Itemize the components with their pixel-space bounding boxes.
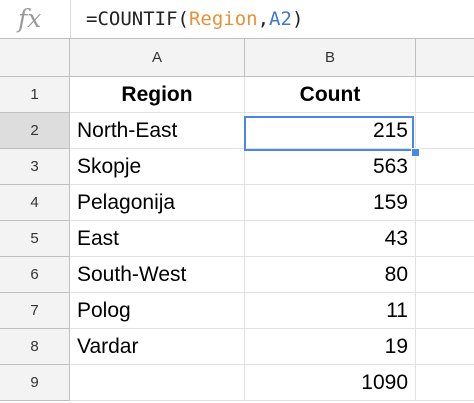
cell-a5[interactable]: East [70, 221, 245, 257]
row-header-5[interactable]: 5 [0, 221, 70, 257]
cell-a4[interactable]: Pelagonija [70, 185, 245, 221]
cell-c5[interactable] [416, 221, 474, 257]
fill-handle[interactable] [411, 148, 420, 157]
formula-cell-reference: A2 [269, 8, 292, 30]
cell-c1[interactable] [416, 77, 474, 113]
row-header-3[interactable]: 3 [0, 149, 70, 185]
cell-b5[interactable]: 43 [245, 221, 416, 257]
formula-input[interactable]: =COUNTIF(Region,A2) [86, 2, 303, 36]
cell-c9[interactable] [416, 365, 474, 401]
row-header-2[interactable]: 2 [0, 113, 70, 149]
row-header-1[interactable]: 1 [0, 77, 70, 113]
cell-a2[interactable]: North-East [70, 113, 245, 149]
cell-c7[interactable] [416, 293, 474, 329]
cell-b7[interactable]: 11 [245, 293, 416, 329]
row-header-9[interactable]: 9 [0, 365, 70, 401]
row-header-4[interactable]: 4 [0, 185, 70, 221]
cell-c6[interactable] [416, 257, 474, 293]
row-header-7[interactable]: 7 [0, 293, 70, 329]
cell-b8[interactable]: 19 [245, 329, 416, 365]
divider [70, 0, 71, 38]
cell-b3[interactable]: 563 [245, 149, 416, 185]
cell-b6[interactable]: 80 [245, 257, 416, 293]
formula-bar: fx =COUNTIF(Region,A2) [0, 0, 474, 39]
cell-c4[interactable] [416, 185, 474, 221]
row-header-6[interactable]: 6 [0, 257, 70, 293]
formula-separator: , [257, 8, 270, 30]
row-header-8[interactable]: 8 [0, 329, 70, 365]
cell-a1[interactable]: Region [70, 77, 245, 113]
cell-b4[interactable]: 159 [245, 185, 416, 221]
formula-text-suffix: ) [291, 8, 304, 30]
column-header-c[interactable] [416, 39, 474, 77]
cell-c8[interactable] [416, 329, 474, 365]
cell-a7[interactable]: Polog [70, 293, 245, 329]
cell-a3[interactable]: Skopje [70, 149, 245, 185]
cell-a8[interactable]: Vardar [70, 329, 245, 365]
column-header-b[interactable]: B [245, 39, 416, 77]
cell-b2[interactable]: 215 [245, 113, 416, 149]
select-all-corner[interactable] [0, 39, 70, 77]
formula-range-reference: Region [188, 8, 258, 30]
cell-c2[interactable] [416, 113, 474, 149]
cell-a6[interactable]: South-West [70, 257, 245, 293]
fx-icon: fx [18, 4, 42, 33]
cell-b1[interactable]: Count [245, 77, 416, 113]
column-header-a[interactable]: A [70, 39, 245, 77]
cell-b9[interactable]: 1090 [245, 365, 416, 401]
cell-a9[interactable] [70, 365, 245, 401]
formula-text-prefix: =COUNTIF( [86, 8, 189, 30]
cell-c3[interactable] [416, 149, 474, 185]
